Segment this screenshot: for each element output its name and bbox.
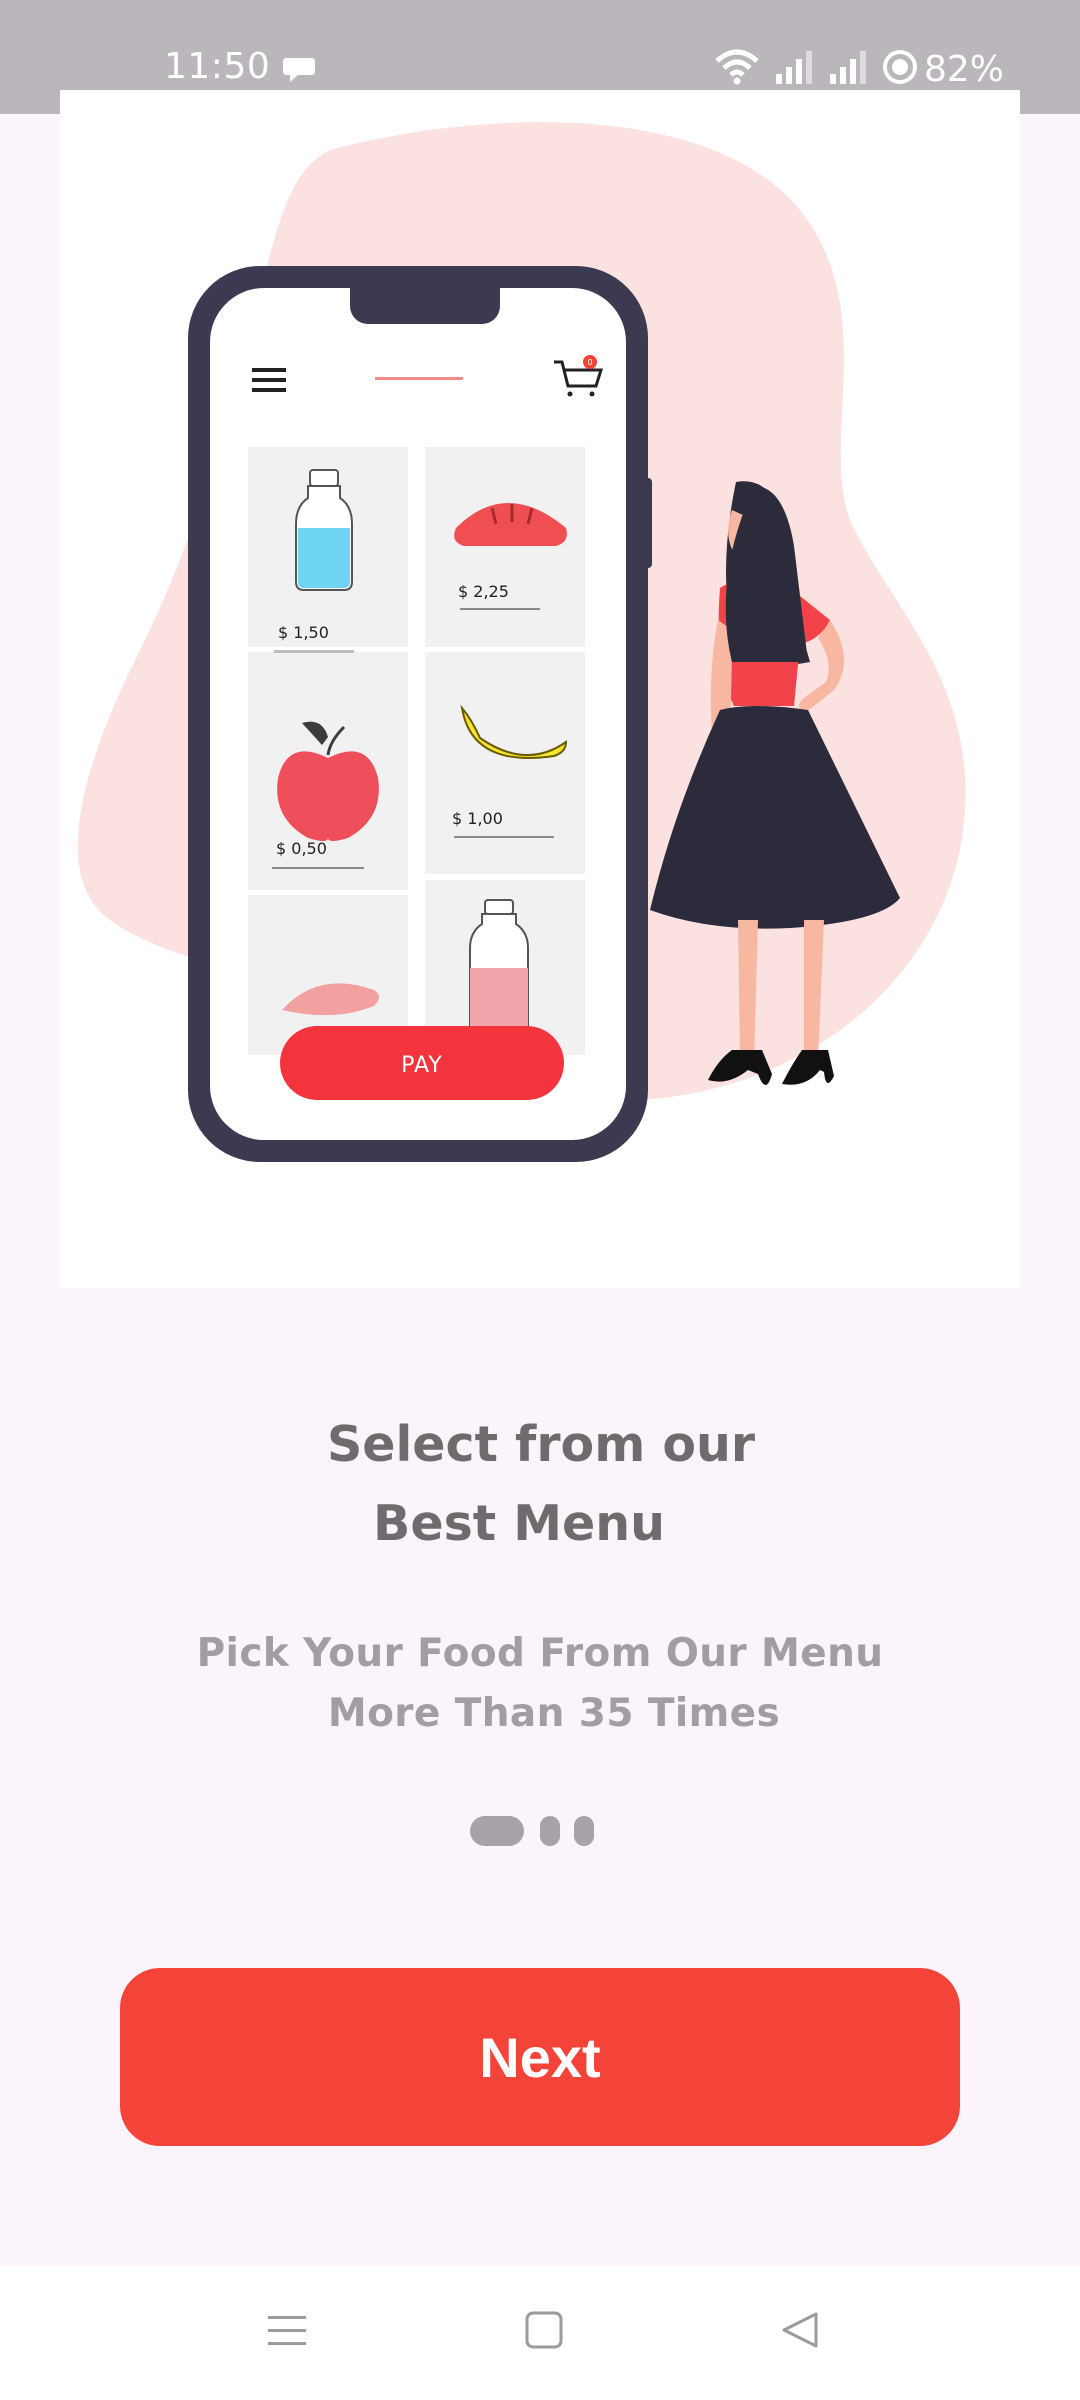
signal-icon [774,50,814,88]
onboarding-subtitle: Pick Your Food From Our Menu More Than 3… [0,1624,1080,1744]
system-navigation-bar [0,2266,1080,2400]
onboarding-title: Select from our Best Menu [0,1405,1080,1563]
svg-text:0: 0 [587,358,592,367]
message-icon [282,54,316,88]
signal-icon [828,50,868,88]
subtitle-line-1: Pick Your Food From Our Menu [196,1631,884,1676]
svg-text:PAY: PAY [401,1053,443,1078]
page-dot [574,1816,594,1846]
title-line-1: Select from our [326,1416,756,1473]
back-icon[interactable] [780,2310,820,2354]
price-label: $ 0,50 [276,839,327,858]
phone-menu-icon [252,368,286,392]
menu-icon[interactable] [266,2310,308,2354]
page-dot-active [470,1816,524,1846]
subtitle-line-2: More Than 35 Times [327,1691,781,1736]
page-dot [540,1816,560,1846]
battery-icon [882,49,918,89]
price-label: $ 1,50 [278,623,329,642]
onboarding-illustration: 0 $ 1,50 $ 2,25 $ 0,50 $ 1,00 PAY [60,90,1020,1288]
title-line-2: Best Menu [373,1495,665,1552]
next-button[interactable]: Next [120,1968,960,2146]
status-icons: 82% [700,44,1004,94]
price-label: $ 1,00 [452,809,503,828]
home-icon[interactable] [524,2310,564,2354]
status-time: 11:50 [164,46,271,87]
price-label: $ 2,25 [458,582,509,601]
battery-percentage: 82% [923,48,1004,90]
wifi-icon [714,49,760,89]
